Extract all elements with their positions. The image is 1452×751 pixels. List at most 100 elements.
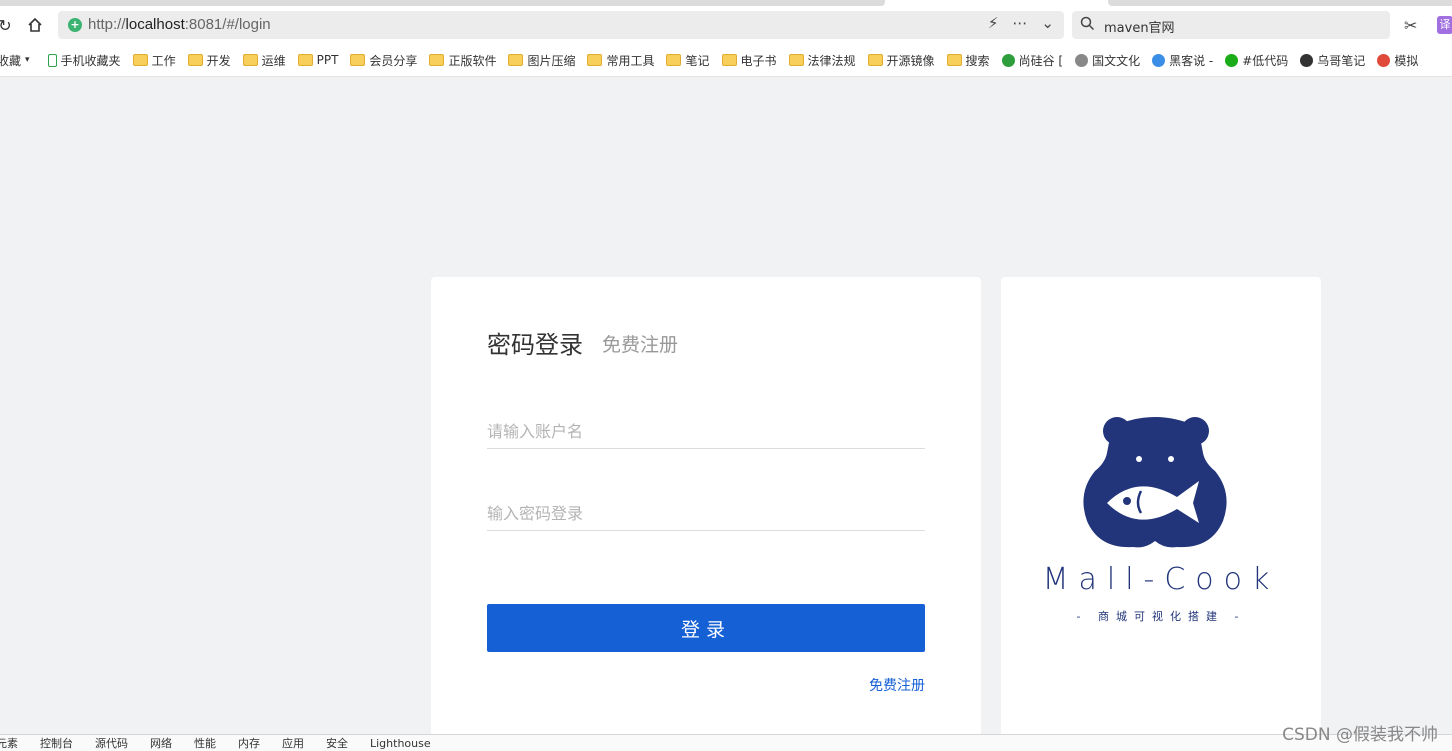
- watermark: CSDN @假装我不帅: [1282, 725, 1438, 745]
- folder-icon: [867, 54, 883, 66]
- search-query[interactable]: maven官网: [1104, 17, 1175, 36]
- bookmark-item[interactable]: 电子书: [721, 52, 777, 69]
- folder-icon: [350, 54, 366, 66]
- bookmark-item[interactable]: 开发: [187, 52, 231, 69]
- bookmark-item[interactable]: 搜索: [946, 52, 990, 69]
- site-favicon-icon: [1001, 53, 1015, 67]
- bookmark-label: 黑客说 -: [1169, 53, 1214, 68]
- browser-chrome: ↻ + http://localhost:8081/#/login ⚡ ⋯ ⌄ …: [0, 0, 1452, 77]
- devtools-tab[interactable]: 元素: [0, 735, 18, 751]
- folder-icon: [946, 54, 962, 66]
- bookmark-label: 乌哥笔记: [1317, 53, 1366, 68]
- bookmark-label: 会员分享: [369, 53, 418, 68]
- site-favicon-icon: [1225, 53, 1239, 67]
- phone-icon: [47, 53, 57, 67]
- bookmark-item[interactable]: 乌哥笔记: [1300, 52, 1365, 69]
- bookmark-item[interactable]: 国文文化: [1075, 52, 1140, 69]
- bookmark-label: #低代码: [1242, 53, 1289, 68]
- bookmark-label: 尚硅谷 [: [1018, 53, 1064, 68]
- browser-tab[interactable]: [0, 0, 885, 6]
- scissors-icon[interactable]: ✂: [1404, 16, 1417, 35]
- bookmark-label: 搜索: [965, 53, 990, 68]
- site-favicon-icon: [1152, 53, 1166, 67]
- devtools-tab[interactable]: 源代码: [95, 735, 128, 751]
- bear-fish-logo-icon: [1083, 417, 1227, 548]
- bookmark-label: PPT: [316, 53, 339, 67]
- devtools-tab[interactable]: Lighthouse: [370, 737, 431, 750]
- bookmark-label: 收藏: [0, 53, 22, 68]
- bookmarks-bar: 收藏 ▾ 手机收藏夹 工作 开发 运维 PPT 会员分享 正版软件 图片压缩 常用工具 笔记 电子书 法律…: [0, 48, 1452, 72]
- lightning-icon[interactable]: ⚡: [988, 14, 999, 32]
- bookmark-label: 模拟: [1394, 53, 1419, 68]
- chevron-down-icon[interactable]: ⌄: [1041, 14, 1054, 32]
- devtools-tab[interactable]: 安全: [326, 735, 348, 751]
- bookmark-item[interactable]: 运维: [242, 52, 286, 69]
- search-icon: [1080, 16, 1095, 35]
- folder-icon: [242, 54, 258, 66]
- bookmark-item[interactable]: 模拟: [1377, 52, 1418, 69]
- bookmark-label: 笔记: [685, 53, 710, 68]
- bookmark-label: 开发: [206, 53, 231, 68]
- browser-tab[interactable]: [1108, 0, 1452, 6]
- folder-icon: [508, 54, 524, 66]
- bookmark-label: 国文文化: [1092, 53, 1141, 68]
- home-icon[interactable]: [24, 14, 46, 36]
- register-tab[interactable]: 免费注册: [602, 330, 678, 357]
- bookmark-item[interactable]: 手机收藏夹: [47, 52, 121, 69]
- tab-strip: [0, 0, 1452, 8]
- reload-icon[interactable]: ↻: [0, 14, 16, 36]
- url-text[interactable]: http://localhost:8081/#/login: [88, 16, 271, 33]
- bookmark-label: 法律法规: [807, 53, 856, 68]
- bookmark-item[interactable]: 图片压缩: [508, 52, 575, 69]
- site-favicon-icon: [1377, 53, 1391, 67]
- folder-icon: [788, 54, 804, 66]
- devtools-tab[interactable]: 应用: [282, 735, 304, 751]
- login-card: 密码登录 免费注册 登录 免费注册: [431, 277, 981, 750]
- register-link[interactable]: 免费注册: [869, 675, 925, 695]
- bookmark-item[interactable]: 笔记: [666, 52, 710, 69]
- bookmark-label: 电子书: [740, 53, 777, 68]
- bookmark-label: 手机收藏夹: [60, 53, 121, 68]
- folder-icon: [666, 54, 682, 66]
- bookmark-label: 常用工具: [606, 53, 655, 68]
- secure-shield-icon: +: [68, 18, 82, 32]
- bookmark-item[interactable]: 会员分享: [350, 52, 417, 69]
- bookmark-label: 运维: [261, 53, 286, 68]
- site-favicon-icon: [1075, 53, 1089, 67]
- bookmark-item[interactable]: 法律法规: [788, 52, 856, 69]
- devtools-tab[interactable]: 内存: [238, 735, 260, 751]
- search-box[interactable]: maven官网: [1072, 11, 1390, 39]
- bookmark-item[interactable]: 常用工具: [587, 52, 654, 69]
- bookmark-label: 工作: [151, 53, 176, 68]
- folder-icon: [187, 54, 203, 66]
- folder-icon: [297, 54, 313, 66]
- bookmark-item[interactable]: #低代码: [1225, 52, 1288, 69]
- folder-icon: [587, 54, 603, 66]
- brand-slogan: - 商城可视化搭建 -: [1076, 610, 1246, 623]
- password-input[interactable]: [487, 496, 925, 531]
- devtools-tab[interactable]: 性能: [194, 735, 216, 751]
- nav-bar: ↻ + http://localhost:8081/#/login ⚡ ⋯ ⌄ …: [0, 8, 1452, 44]
- username-input[interactable]: [487, 414, 925, 449]
- brand-name: Mall-Cook: [1042, 562, 1280, 597]
- devtools-tab[interactable]: 控制台: [40, 735, 73, 751]
- bookmark-item[interactable]: 正版软件: [429, 52, 496, 69]
- dropdown-arrow-icon[interactable]: ▾: [25, 55, 30, 65]
- address-bar[interactable]: + http://localhost:8081/#/login ⚡ ⋯ ⌄: [58, 11, 1064, 39]
- folder-icon: [721, 54, 737, 66]
- folder-icon: [132, 54, 148, 66]
- bookmark-item[interactable]: PPT: [297, 53, 339, 67]
- bookmark-item[interactable]: 收藏 ▾: [0, 52, 36, 69]
- bookmark-item[interactable]: 工作: [132, 52, 176, 69]
- devtools-tab[interactable]: 网络: [150, 735, 172, 751]
- bookmark-item[interactable]: 开源镜像: [867, 52, 935, 69]
- login-button[interactable]: 登录: [487, 604, 925, 652]
- logo-card: Mall-Cook - 商城可视化搭建 -: [1001, 277, 1321, 750]
- site-favicon-icon: [1300, 53, 1314, 67]
- translate-icon[interactable]: 译: [1437, 16, 1452, 34]
- bookmark-label: 开源镜像: [886, 53, 935, 68]
- bookmark-item[interactable]: 黑客说 -: [1152, 52, 1213, 69]
- more-icon[interactable]: ⋯: [1012, 14, 1027, 32]
- bookmark-item[interactable]: 尚硅谷 [: [1001, 52, 1064, 69]
- bookmark-label: 正版软件: [448, 53, 497, 68]
